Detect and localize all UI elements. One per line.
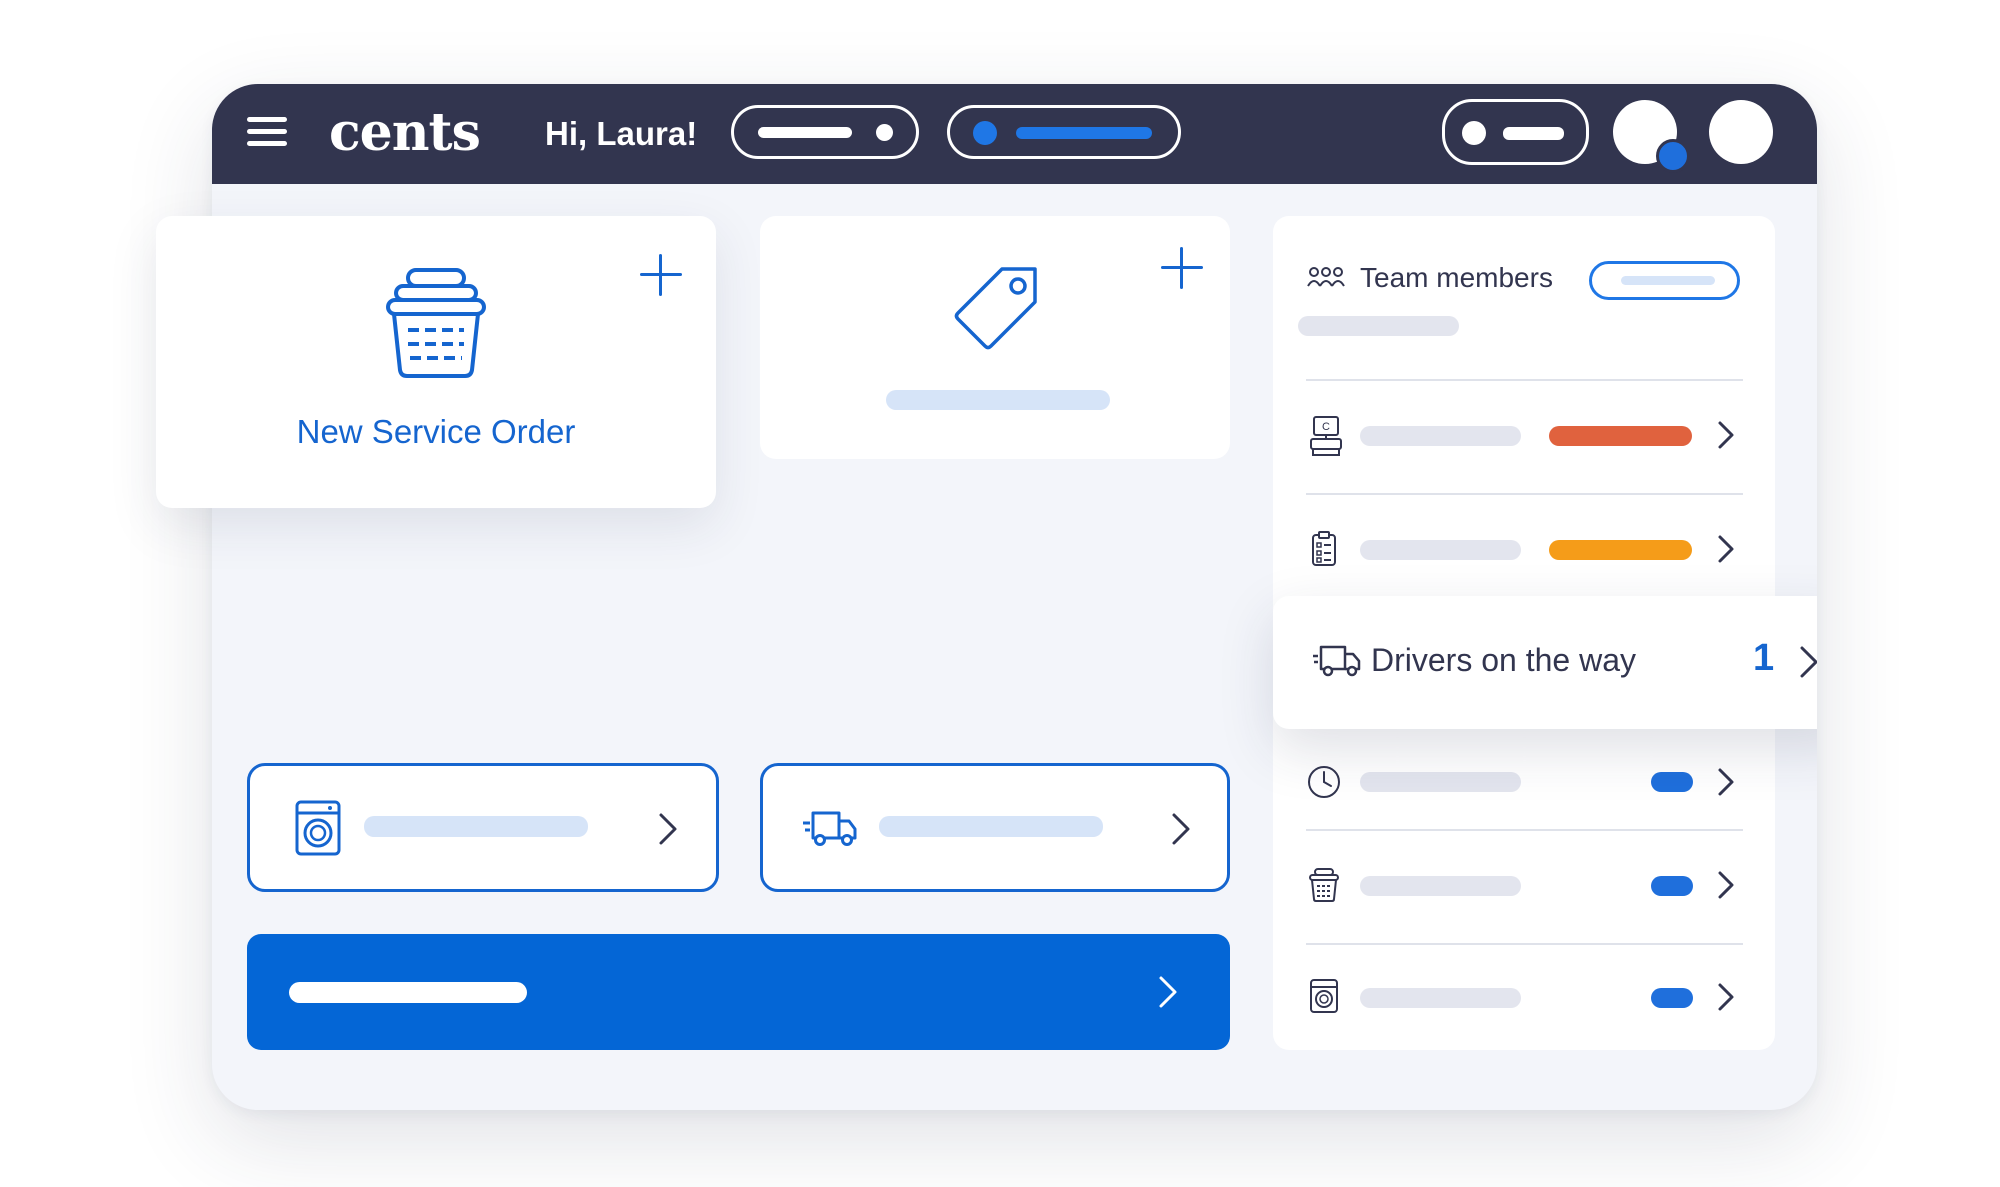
list-item[interactable] [1273, 945, 1775, 1050]
new-service-order-label: New Service Order [296, 413, 576, 450]
laundry-basket-icon [386, 268, 486, 378]
chevron-right-icon [659, 813, 677, 845]
app-logo[interactable]: cents [329, 98, 481, 168]
team-icon [1307, 267, 1345, 287]
list-item[interactable] [1273, 831, 1775, 943]
chevron-right-icon [1800, 646, 1817, 678]
status-bar [1549, 540, 1692, 560]
delivery-button[interactable] [760, 763, 1230, 892]
price-tag-icon [954, 267, 1037, 350]
row-label-placeholder [1360, 772, 1521, 792]
washing-machine-icon [1310, 979, 1338, 1013]
team-members-pill[interactable] [1589, 261, 1740, 300]
list-item[interactable] [1273, 728, 1775, 838]
add-icon[interactable] [1161, 247, 1203, 289]
chevron-right-icon [1718, 871, 1734, 899]
list-item[interactable] [1273, 495, 1775, 607]
row-label-placeholder [1360, 540, 1521, 560]
button-label-placeholder [364, 816, 588, 837]
team-subtitle-placeholder [1298, 316, 1459, 336]
drivers-on-the-way-card[interactable]: Drivers on the way 1 [1273, 596, 1817, 729]
user-avatar[interactable] [1709, 100, 1773, 164]
chevron-right-icon [1718, 768, 1734, 796]
notification-badge [1656, 139, 1690, 173]
washing-machine-icon [295, 800, 341, 856]
cash-register-icon: C [1310, 416, 1342, 456]
chevron-right-icon [1172, 813, 1190, 845]
status-badge [1651, 988, 1693, 1008]
status-bar [1549, 426, 1692, 446]
chevron-right-icon [1718, 535, 1734, 563]
clipboard-icon [1312, 531, 1336, 566]
laundry-basket-icon [1309, 868, 1339, 902]
delivery-truck-icon [1313, 645, 1361, 677]
greeting-text: Hi, Laura! [545, 115, 698, 152]
hamburger-icon[interactable] [247, 117, 287, 149]
drivers-count-badge: 1 [1753, 637, 1775, 679]
status-badge [1651, 772, 1693, 792]
clock-icon [1308, 766, 1340, 798]
team-members-label: Team members [1360, 262, 1553, 293]
button-label-placeholder [289, 982, 527, 1003]
nav-pill-2[interactable] [947, 105, 1181, 159]
top-navbar: cents Hi, Laura! [212, 84, 1817, 184]
card-label-placeholder [886, 390, 1110, 410]
chevron-right-icon [1718, 983, 1734, 1011]
status-badge [1651, 876, 1693, 896]
row-label-placeholder [1360, 876, 1521, 896]
price-tag-card[interactable] [760, 216, 1230, 459]
chevron-right-icon [1718, 421, 1734, 449]
new-service-order-card[interactable]: New Service Order [156, 216, 716, 508]
list-item[interactable]: C [1273, 381, 1775, 493]
chevron-right-icon [1159, 976, 1177, 1008]
delivery-truck-icon [803, 811, 857, 846]
add-icon[interactable] [640, 254, 682, 296]
primary-action-button[interactable] [247, 934, 1230, 1050]
drivers-label: Drivers on the way [1371, 642, 1636, 678]
washer-button[interactable] [247, 763, 719, 892]
nav-pill-1[interactable] [731, 105, 919, 159]
row-label-placeholder [1360, 988, 1521, 1008]
svg-text:C: C [1322, 421, 1330, 433]
row-label-placeholder [1360, 426, 1521, 446]
button-label-placeholder [879, 816, 1103, 837]
nav-toggle-pill[interactable] [1442, 99, 1589, 165]
